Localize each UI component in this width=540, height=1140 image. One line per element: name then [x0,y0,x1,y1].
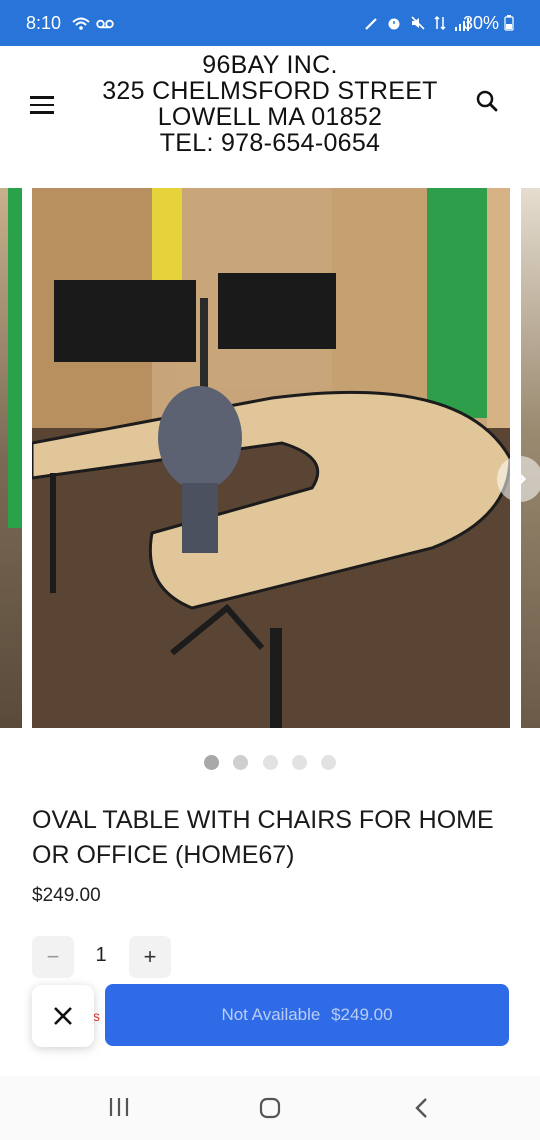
quantity-decrease-button[interactable]: − [32,936,74,978]
pagination-dot[interactable] [203,755,219,770]
store-info: 96BAY INC. 325 CHELMSFORD STREET LOWELL … [90,52,450,156]
voicemail-icon [96,20,114,29]
quantity-increase-button[interactable]: + [129,936,171,978]
search-icon[interactable] [476,90,498,112]
pagination-dot[interactable] [291,755,307,770]
close-icon [54,1007,72,1025]
button-price: $249.00 [331,1005,393,1024]
add-to-cart-button[interactable]: Not Available $249.00 [105,984,509,1046]
wifi-calling-icon [72,17,90,31]
store-street: 325 CHELMSFORD STREET [102,77,438,105]
next-arrow-icon[interactable] [497,456,540,502]
mute-icon [411,16,425,30]
pen-icon [365,18,378,30]
alarm-icon [388,18,400,30]
pagination-dot[interactable] [262,755,278,770]
store-city: LOWELL MA 01852 [157,103,383,131]
status-battery: 30% [463,13,514,34]
gallery-pagination [0,755,540,771]
back-icon[interactable] [412,1096,432,1120]
home-icon[interactable] [258,1096,282,1120]
product-photo[interactable] [32,188,510,728]
product-gallery[interactable] [0,188,540,728]
recent-apps-icon[interactable] [108,1096,130,1118]
pagination-dot[interactable] [233,755,249,770]
data-icon [434,15,446,31]
product-price: $249.00 [32,885,101,906]
store-header: 96BAY INC. 325 CHELMSFORD STREET LOWELL … [0,46,540,176]
status-left-icons [72,15,114,31]
partially-hidden-text: s [93,1008,100,1024]
hamburger-menu-icon[interactable] [30,96,54,114]
close-button[interactable] [32,985,94,1047]
status-right-icons [364,15,470,34]
status-time: 8:10 [26,13,62,33]
product-title: OVAL TABLE WITH CHAIRS FOR HOME OR OFFIC… [32,806,494,869]
previous-slide[interactable] [0,188,22,728]
battery-percent: 30% [462,13,499,33]
battery-icon [504,15,514,31]
system-navigation-bar [0,1076,540,1140]
store-name: 96BAY INC. [202,51,338,79]
status-bar: 8:10 30% [0,0,540,46]
product-photo-image [32,188,510,728]
availability-label: Not Available [221,1005,321,1024]
store-phone[interactable]: TEL: 978-654-0654 [90,130,450,156]
quantity-value[interactable]: 1 [80,944,122,967]
pagination-dot[interactable] [321,755,337,770]
